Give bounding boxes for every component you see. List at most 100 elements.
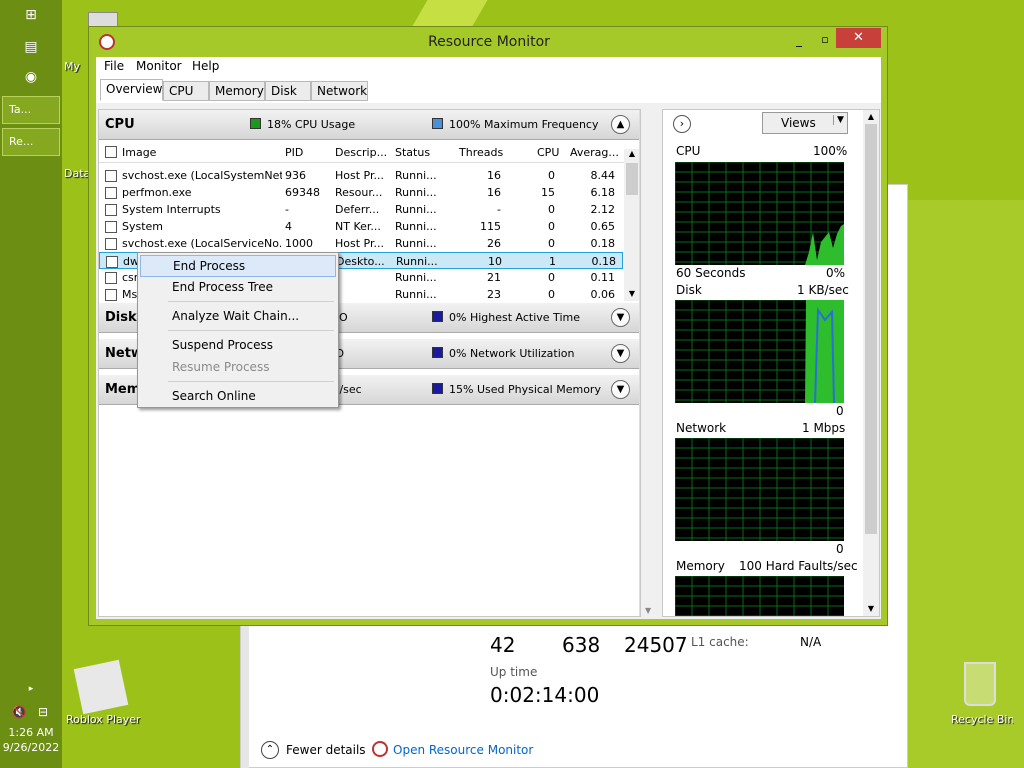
cell-threads: - (497, 203, 501, 216)
cell-threads: 16 (487, 186, 501, 199)
graphs-scroll-thumb[interactable] (865, 124, 877, 534)
tab-memory[interactable]: Memory (209, 81, 265, 101)
table-row[interactable]: perfmon.exe 69348 Resour... Runni... 16 15 6.1… (99, 184, 623, 201)
select-all-checkbox[interactable] (105, 146, 117, 158)
cell-threads: 21 (487, 271, 501, 284)
table-row[interactable]: svchost.exe (LocalServiceNo... 1000 Host P… (99, 235, 623, 252)
chrome-icon[interactable]: ◉ (22, 68, 40, 86)
show-hidden-icons-icon[interactable]: ▸ (22, 680, 40, 698)
graphs-pane: › Views ▼ CPU 100% 60 Seconds 0% Disk 1 K… (662, 109, 880, 617)
table-row[interactable]: System 4 NT Ker... Runni... 115 0 0.65 (99, 218, 623, 235)
table-row[interactable]: svchost.exe (LocalSystemNet... 936 Host Pr… (99, 167, 623, 184)
cell-status: Runni... (395, 220, 437, 233)
volume-muted-icon[interactable]: 🔇 (10, 703, 28, 721)
col-pid[interactable]: PID (285, 146, 303, 159)
graph-cpu-max: 100% (813, 144, 848, 158)
taskbar-task-manager-button[interactable]: Ta... (2, 96, 60, 124)
close-button[interactable]: ✕ (836, 28, 881, 48)
col-image[interactable]: Image (122, 146, 156, 159)
row-checkbox[interactable] (105, 221, 117, 233)
graphs-scroll-down-icon[interactable]: ▼ (865, 604, 877, 613)
cell-desc: Deskto... (336, 255, 385, 268)
menu-file[interactable]: File (104, 59, 124, 73)
cell-image: svchost.exe (LocalServiceNo... (122, 237, 282, 250)
graph-network-title: Network (676, 421, 727, 435)
cell-status: Runni... (395, 271, 437, 284)
col-average[interactable]: Averag... (570, 146, 619, 159)
row-checkbox[interactable] (106, 256, 118, 268)
cell-pid: - (285, 203, 289, 216)
col-cpu[interactable]: CPU (537, 146, 559, 159)
open-resource-monitor-link[interactable]: Open Resource Monitor (393, 743, 533, 757)
cpu-table-scroll-thumb[interactable] (626, 163, 638, 195)
cell-avg: 0.65 (590, 220, 616, 233)
roblox-icon[interactable] (73, 659, 129, 715)
file-explorer-icon[interactable]: ▤ (22, 38, 40, 56)
row-checkbox[interactable] (105, 272, 117, 284)
cell-cpu: 0 (548, 288, 555, 301)
cell-status: Runni... (396, 255, 438, 268)
table-row[interactable]: System Interrupts - Deferr... Runni... - 0 2.1… (99, 201, 623, 218)
tm-l1-cache-label: L1 cache: (691, 635, 749, 649)
views-dropdown-icon[interactable]: ▼ (833, 115, 847, 125)
ctx-suspend-process[interactable]: Suspend Process (140, 335, 336, 357)
row-checkbox[interactable] (105, 238, 117, 250)
disk-expand-button[interactable]: ▼ (611, 308, 630, 327)
graphs-scroll-up-icon[interactable]: ▲ (865, 112, 877, 121)
windows-start-icon[interactable]: ⊞ (22, 6, 40, 24)
cell-avg: 0.18 (591, 255, 617, 268)
cell-desc: Deferr... (335, 203, 380, 216)
cpu-section-header[interactable]: CPU 18% CPU Usage 100% Maximum Frequency… (99, 110, 640, 140)
taskbar-resource-monitor-button[interactable]: Re... (2, 128, 60, 156)
col-description[interactable]: Descrip... (335, 146, 387, 159)
network-icon[interactable]: ⊟ (34, 703, 52, 721)
chevron-up-icon[interactable]: ⌃ (261, 741, 279, 759)
fewer-details-link[interactable]: Fewer details (286, 743, 366, 757)
row-checkbox[interactable] (105, 204, 117, 216)
row-checkbox[interactable] (105, 289, 117, 301)
desktop-icon-recycle-bin-label[interactable]: Recycle Bin (951, 713, 1014, 726)
clock-date[interactable]: 9/26/2022 (2, 741, 60, 754)
clock-time[interactable]: 1:26 AM (2, 726, 60, 739)
window-title: Resource Monitor (428, 34, 550, 50)
resource-monitor-icon (372, 741, 388, 757)
ctx-search-online[interactable]: Search Online (140, 386, 336, 408)
scroll-down-arrow-icon[interactable]: ▼ (626, 289, 638, 298)
menu-help[interactable]: Help (192, 59, 219, 73)
ctx-analyze-wait-chain[interactable]: Analyze Wait Chain... (140, 306, 336, 328)
disk-io: O (339, 311, 348, 324)
row-checkbox[interactable] (105, 170, 117, 182)
cell-cpu: 0 (548, 220, 555, 233)
cpu-table-scrollbar[interactable]: ▲ ▼ (624, 149, 640, 301)
row-checkbox[interactable] (105, 187, 117, 199)
cell-desc: Resour... (335, 186, 383, 199)
ctx-end-process[interactable]: End Process (140, 255, 336, 277)
collapse-graphs-button[interactable]: › (673, 115, 691, 133)
cpu-usage: 18% CPU Usage (267, 118, 356, 131)
tab-cpu[interactable]: CPU (163, 81, 209, 101)
tab-overview[interactable]: Overview (100, 79, 163, 101)
recycle-bin-icon[interactable] (964, 662, 996, 706)
maximize-button[interactable]: ▫ (815, 33, 835, 47)
tab-network[interactable]: Network (311, 81, 368, 101)
ctx-end-process-tree[interactable]: End Process Tree (140, 277, 336, 299)
cpu-collapse-button[interactable]: ▲ (611, 115, 630, 134)
menu-monitor[interactable]: Monitor (136, 59, 182, 73)
cpu-graph (675, 162, 844, 265)
network-util-swatch (432, 347, 443, 358)
desktop-icon-roblox-label[interactable]: Roblox Player (66, 713, 141, 726)
graphs-scrollbar[interactable]: ▲ ▼ (863, 110, 879, 616)
scroll-up-arrow-icon[interactable]: ▲ (626, 149, 638, 158)
views-button[interactable]: Views ▼ (762, 112, 848, 134)
tab-disk[interactable]: Disk (265, 81, 311, 101)
cell-image: System (122, 220, 164, 233)
cell-status: Runni... (395, 169, 437, 182)
network-expand-button[interactable]: ▼ (611, 344, 630, 363)
cell-status: Runni... (395, 288, 437, 301)
col-status[interactable]: Status (395, 146, 430, 159)
col-threads[interactable]: Threads (459, 146, 503, 159)
cell-threads: 115 (480, 220, 501, 233)
pane-scroll-down-icon[interactable]: ▼ (645, 606, 651, 615)
minimize-button[interactable]: _ (789, 34, 809, 49)
memory-expand-button[interactable]: ▼ (611, 380, 630, 399)
